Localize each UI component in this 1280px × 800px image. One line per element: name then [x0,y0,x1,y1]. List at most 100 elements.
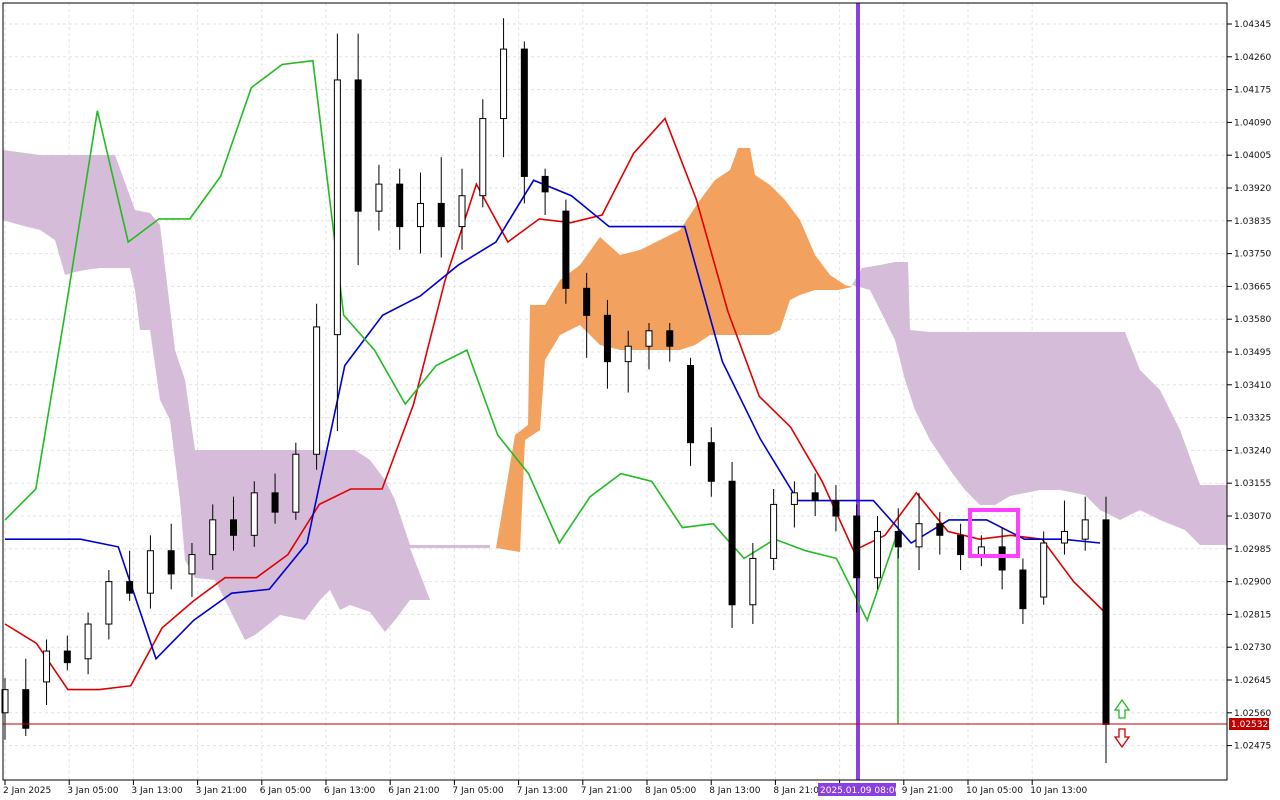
candle-body [520,48,528,177]
y-tick-label: 1.04345 [1234,20,1271,30]
candle-body [707,442,715,482]
x-tick-label: 10 Jan 13:00 [1030,786,1087,796]
x-tick-label: 8 Jan 13:00 [709,786,761,796]
candle-body [63,650,71,664]
y-tick-label: 1.03665 [1234,282,1271,292]
current-price-text: 1.02532 [1231,720,1268,730]
candle-body [1102,519,1110,725]
candle [811,473,819,516]
candle-body [333,79,341,336]
candle-body [271,492,279,513]
candle-body [562,210,570,289]
candle [915,492,923,571]
x-tick-label: 10 Jan 05:00 [966,786,1023,796]
candle-body [541,175,549,193]
y-tick-label: 1.04090 [1234,118,1271,128]
candle-body [22,689,30,729]
candle [520,41,528,204]
x-tick-label: 3 Jan 13:00 [131,786,183,796]
ichimoku-chart[interactable]: 1.04345 1.04260 1.04175 1.04090 1.04005 1.039… [0,0,1280,800]
candle [1060,500,1068,555]
crosshair-time-text: 2025.01.09 08:00 [820,786,901,796]
candle-body [126,581,134,594]
candle-body [375,183,383,212]
candle-body [583,287,591,316]
candle-body [500,48,508,120]
candle-body [479,118,487,197]
candle-body [105,581,113,625]
cloud-bullish [496,148,852,552]
candle [707,427,715,497]
candle [333,33,341,432]
x-tick-label: 3 Jan 21:00 [196,786,248,796]
candle-body [998,546,1006,571]
candle-body [188,554,196,575]
candle [437,157,445,258]
y-tick-label: 1.03240 [1234,446,1271,456]
y-tick-label: 1.03495 [1234,348,1271,358]
x-axis: 2 Jan 2025 3 Jan 05:00 3 Jan 13:00 3 Jan 21… [3,780,1087,796]
y-tick-label: 1.02475 [1234,742,1271,752]
current-price-label: 1.02532 [1229,718,1269,730]
x-tick-label: 6 Jan 05:00 [260,786,312,796]
arrow-up-icon [1113,698,1131,719]
candle [500,18,508,158]
y-tick-label: 1.03410 [1234,381,1271,391]
candle-body [458,195,466,228]
candle [957,523,965,571]
candle [873,516,881,590]
candle-body [313,326,321,455]
candle-body [749,557,757,606]
y-tick-label: 1.03750 [1234,250,1271,260]
candle-body [853,515,861,579]
candle-body [811,492,819,502]
candle-body [603,314,611,363]
x-tick-label: 6 Jan 13:00 [324,786,376,796]
candle [292,442,300,520]
candle [458,168,466,250]
candle-body [687,365,695,444]
y-tick-label: 1.02645 [1234,676,1271,686]
candle-body [832,500,840,517]
candle-body [645,330,653,347]
y-tick-label: 1.02815 [1234,610,1271,620]
y-tick-label: 1.02900 [1234,578,1271,588]
x-tick-label: 7 Jan 13:00 [517,786,569,796]
y-tick-label: 1.02985 [1234,545,1271,555]
y-tick-label: 1.03155 [1234,479,1271,489]
candle-body [146,550,154,594]
candle-body [873,530,881,579]
candle [749,543,757,625]
candle [146,535,154,609]
candle [396,168,404,250]
y-tick-label: 1.03580 [1234,315,1271,325]
y-tick-label: 1.02730 [1234,643,1271,653]
candle [313,303,321,470]
candle-body [977,546,985,556]
arrow-down-icon [1113,728,1131,749]
candle-body [209,519,217,556]
x-tick-label: 7 Jan 05:00 [452,786,504,796]
cloud-bearish-left [3,150,490,640]
candle [541,168,549,216]
candle-body [230,519,238,536]
candle [84,612,92,675]
y-tick-label: 1.03325 [1234,414,1271,424]
x-tick-label: 7 Jan 21:00 [581,786,633,796]
x-tick-label: 9 Jan 21:00 [902,786,954,796]
candle-body [728,480,736,606]
x-tick-label: 3 Jan 05:00 [67,786,119,796]
candle [43,639,51,706]
candle-body [957,534,965,556]
candle-body [437,202,445,228]
y-tick-label: 1.04175 [1234,86,1271,96]
x-tick-label: 2 Jan 2025 [3,786,51,796]
candle-body [292,453,300,513]
candle-body [1081,519,1089,540]
candle-body [915,523,923,548]
candle [416,172,424,254]
candle-body [1060,530,1068,544]
candle-body [43,650,51,683]
x-tick-label: 8 Jan 05:00 [645,786,697,796]
y-tick-label: 1.04005 [1234,151,1271,161]
